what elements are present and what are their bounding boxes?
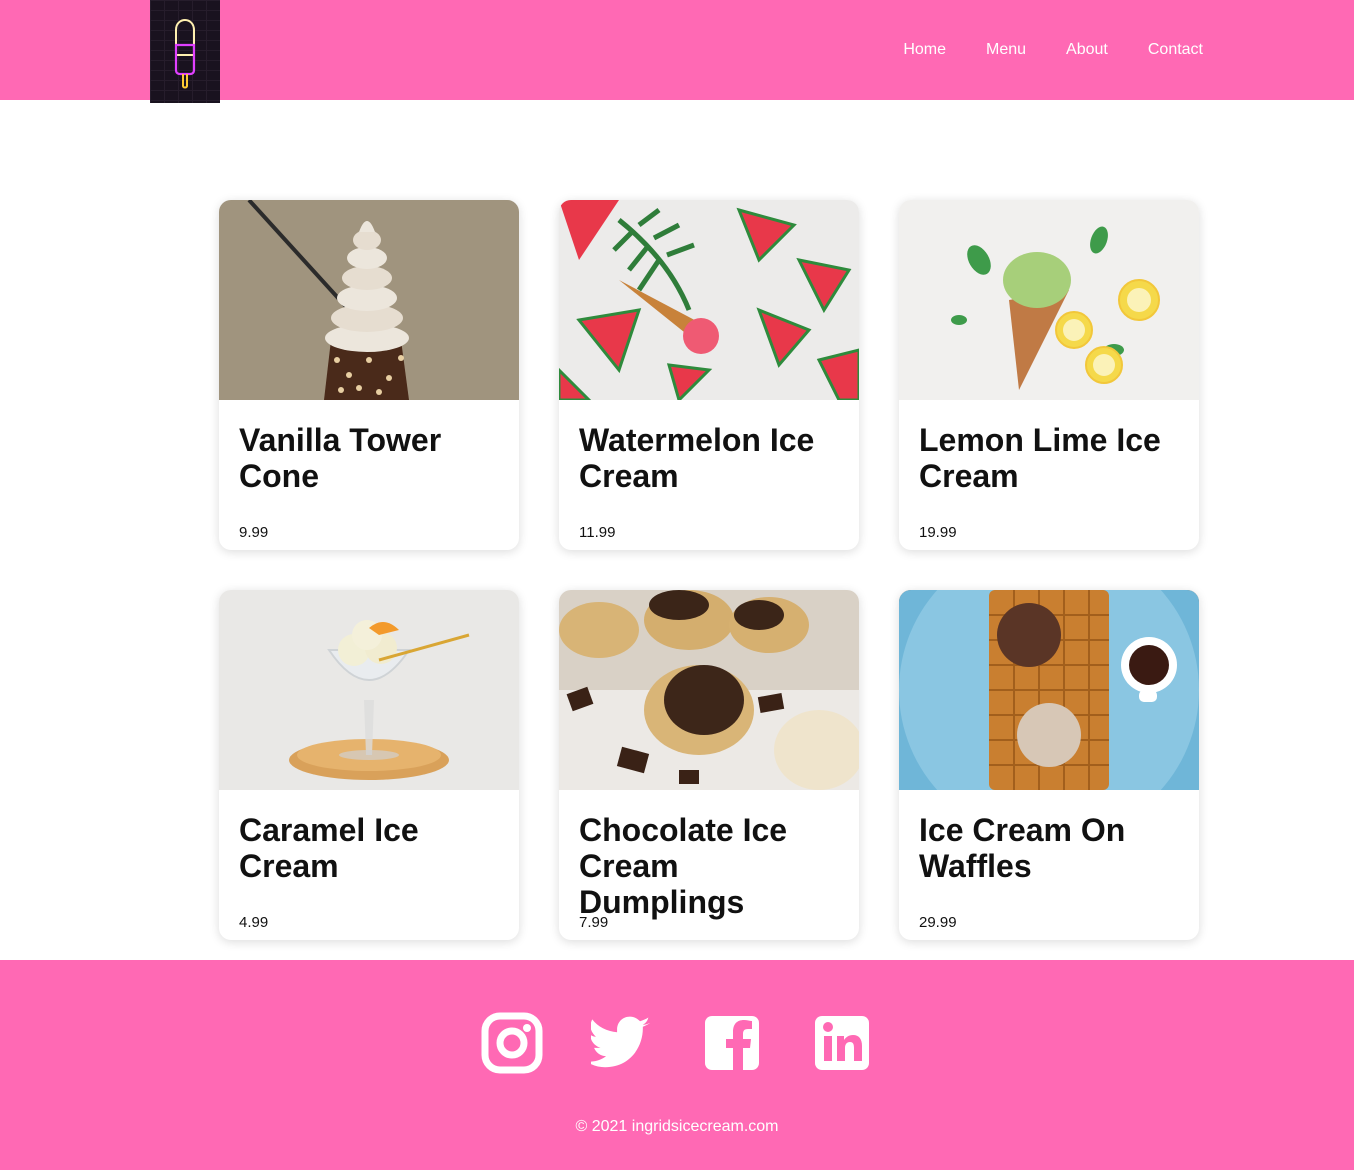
caramel-ice-cream-photo xyxy=(219,590,519,790)
product-card[interactable]: Chocolate Ice Cream Dumplings 7.99 xyxy=(559,590,859,940)
product-card[interactable]: Caramel Ice Cream 4.99 xyxy=(219,590,519,940)
product-card[interactable]: Vanilla Tower Cone 9.99 xyxy=(219,200,519,550)
nav-menu-link[interactable]: Menu xyxy=(986,41,1026,59)
lemon-lime-ice-cream-photo xyxy=(899,200,1199,400)
instagram-icon[interactable] xyxy=(481,1012,543,1074)
product-price: 11.99 xyxy=(579,524,616,541)
product-name: Ice Cream On Waffles xyxy=(919,812,1126,884)
product-card[interactable]: Lemon Lime Ice Cream 19.99 xyxy=(899,200,1199,550)
product-card[interactable]: Ice Cream On Waffles 29.99 xyxy=(899,590,1199,940)
site-footer: © 2021 ingridsicecream.com xyxy=(0,960,1354,1170)
product-price: 29.99 xyxy=(919,914,957,931)
nav-contact-link[interactable]: Contact xyxy=(1148,41,1203,59)
linkedin-icon[interactable] xyxy=(811,1012,873,1074)
nav-about-link[interactable]: About xyxy=(1066,41,1108,59)
nav-home-link[interactable]: Home xyxy=(903,41,946,59)
product-name: Caramel Ice Cream xyxy=(239,812,419,884)
copyright-text: © 2021 ingridsicecream.com xyxy=(575,1118,779,1135)
product-price: 19.99 xyxy=(919,524,957,541)
product-name: Chocolate Ice Cream Dumplings xyxy=(579,812,788,920)
product-name: Watermelon Ice Cream xyxy=(579,422,815,494)
product-price: 9.99 xyxy=(239,524,269,541)
site-header: Home Menu About Contact xyxy=(0,0,1354,103)
facebook-icon[interactable] xyxy=(701,1012,763,1074)
logo[interactable] xyxy=(150,0,220,103)
chocolate-dumplings-photo xyxy=(559,590,859,790)
product-card[interactable]: Watermelon Ice Cream 11.99 xyxy=(559,200,859,550)
product-price: 4.99 xyxy=(239,914,269,931)
social-links xyxy=(0,1012,1354,1074)
main-nav: Home Menu About Contact xyxy=(903,0,1203,100)
product-name: Lemon Lime Ice Cream xyxy=(919,422,1161,494)
vanilla-cone-photo xyxy=(219,200,519,400)
product-name: Vanilla Tower Cone xyxy=(239,422,442,494)
product-grid: Vanilla Tower Cone 9.99 Watermelon Ice C… xyxy=(219,200,1199,940)
watermelon-ice-cream-photo xyxy=(559,200,859,400)
twitter-icon[interactable] xyxy=(591,1012,653,1074)
waffles-ice-cream-photo xyxy=(899,590,1199,790)
neon-popsicle-icon xyxy=(174,18,196,89)
